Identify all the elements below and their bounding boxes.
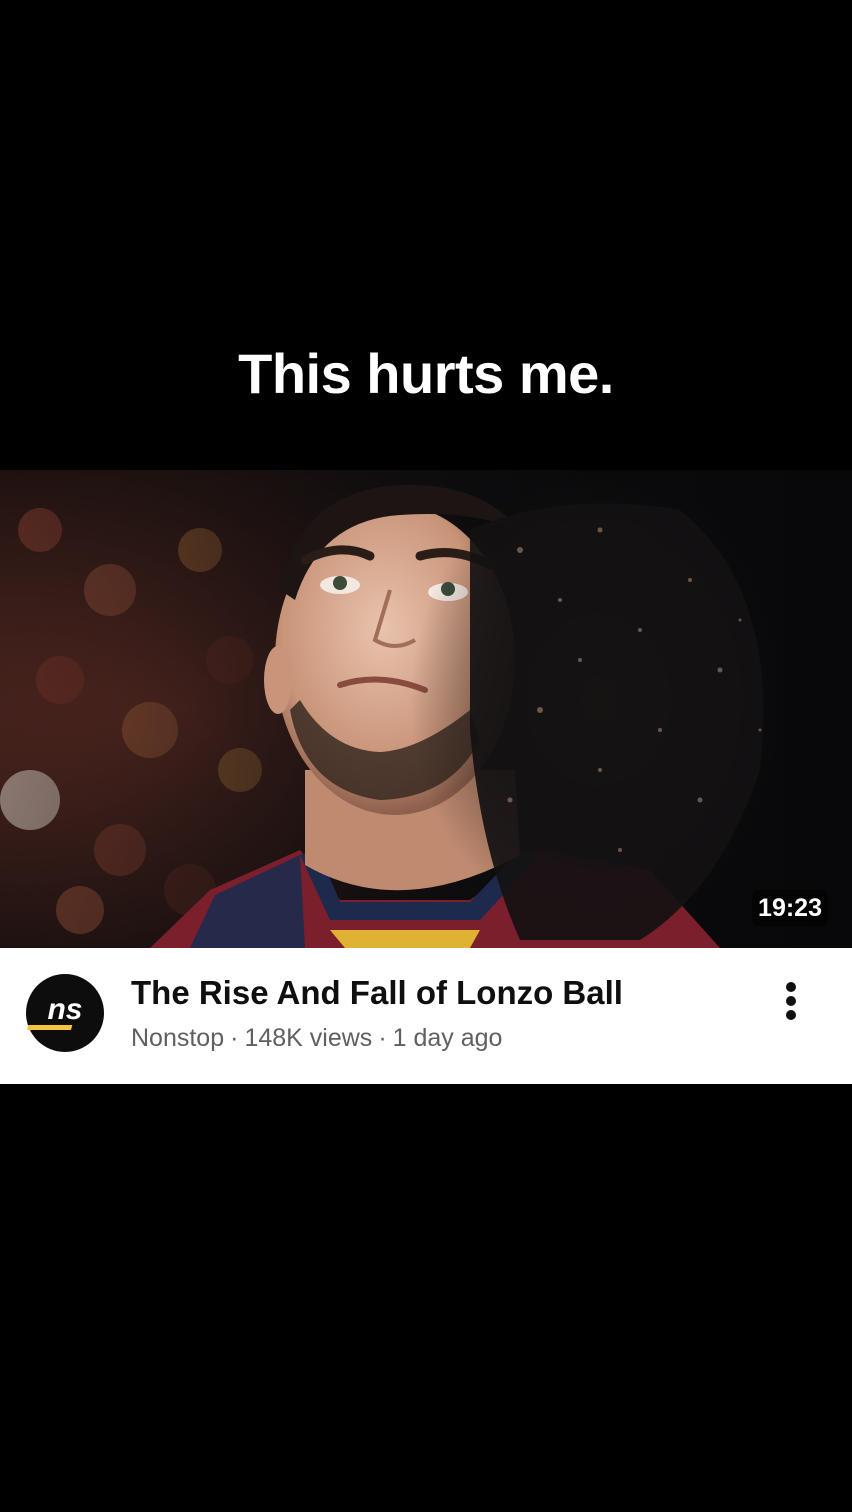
channel-name[interactable]: Nonstop (131, 1024, 224, 1052)
duration-badge: 19:23 (752, 890, 828, 926)
svg-text:ns: ns (47, 993, 82, 1026)
view-count: 148K views (244, 1024, 373, 1052)
video-title[interactable]: The Rise And Fall of Lonzo Ball (131, 972, 623, 1014)
more-vertical-icon[interactable] (766, 976, 816, 1026)
video-info-card[interactable]: ns The Rise And Fall of Lonzo Ball Nonst… (0, 948, 852, 1084)
video-thumbnail[interactable]: 19:23 (0, 470, 852, 948)
thumbnail-artwork (0, 470, 852, 948)
caption-text: This hurts me. (238, 342, 614, 405)
upload-age: 1 day ago (392, 1024, 503, 1052)
video-meta: Nonstop · 148K views · 1 day ago (131, 1022, 502, 1054)
channel-avatar[interactable]: ns (26, 974, 104, 1052)
meta-separator: · (378, 1024, 387, 1052)
meta-separator: · (230, 1024, 239, 1052)
nonstop-logo-icon: ns (26, 993, 83, 1030)
